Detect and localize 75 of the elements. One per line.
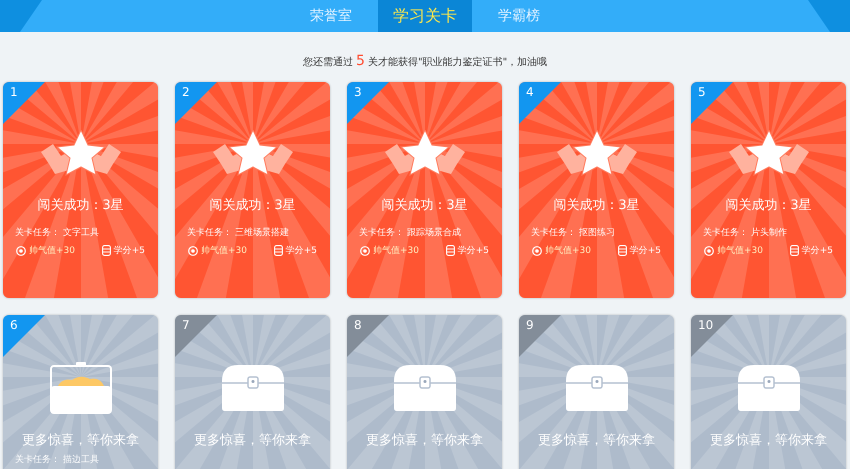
level-number: 9	[526, 318, 534, 332]
level-task: 关卡任务： 抠图练习	[531, 226, 615, 239]
level-number: 2	[182, 85, 190, 99]
level-task: 关卡任务： 文字工具	[15, 226, 99, 239]
reward-text: 帅气值+30	[717, 244, 763, 257]
corner-ribbon	[3, 82, 45, 124]
level-card[interactable]: 5 闯关成功：3星 关卡任务： 片头制作 帅气值+30 学分+5	[691, 82, 846, 298]
stack-icon	[618, 245, 627, 256]
level-status: 更多惊喜，等你来拿	[366, 432, 483, 449]
corner-ribbon	[3, 315, 45, 357]
level-card[interactable]: 1 闯关成功：3星 关卡任务： 文字工具 帅气值+30 学分+5	[3, 82, 158, 298]
level-number: 4	[526, 85, 534, 99]
level-status: 更多惊喜，等你来拿	[194, 432, 311, 449]
level-status: 更多惊喜，等你来拿	[710, 432, 827, 449]
level-status: 闯关成功：3星	[381, 197, 468, 214]
level-status: 闯关成功：3星	[553, 197, 640, 214]
nav-tab[interactable]: 荣誉室	[284, 0, 378, 32]
corner-ribbon	[175, 82, 217, 124]
level-card[interactable]: 9 更多惊喜，等你来拿	[519, 315, 674, 469]
coin-icon	[360, 246, 370, 256]
level-card[interactable]: 10 更多惊喜，等你来拿	[691, 315, 846, 469]
level-card[interactable]: 7 更多惊喜，等你来拿	[175, 315, 330, 469]
treasure-chest-icon	[50, 362, 112, 414]
level-number: 3	[354, 85, 362, 99]
level-card[interactable]: 6 更多惊喜，等你来拿 关卡任务： 描边工具	[3, 315, 158, 469]
stack-icon	[790, 245, 799, 256]
level-number: 1	[10, 85, 18, 99]
corner-ribbon	[347, 82, 389, 124]
reward-text: 学分+5	[802, 244, 833, 257]
treasure-chest-icon	[222, 365, 284, 411]
reward-text: 帅气值+30	[373, 244, 419, 257]
stack-icon	[446, 245, 455, 256]
reward-text: 学分+5	[630, 244, 661, 257]
level-status: 更多惊喜，等你来拿	[538, 432, 655, 449]
coin-icon	[704, 246, 714, 256]
corner-ribbon	[519, 315, 561, 357]
reward-text: 帅气值+30	[201, 244, 247, 257]
level-task: 关卡任务： 跟踪场景合成	[359, 226, 461, 239]
level-status: 更多惊喜，等你来拿	[22, 432, 139, 449]
level-status: 闯关成功：3星	[37, 197, 124, 214]
corner-ribbon	[175, 315, 217, 357]
stack-icon	[274, 245, 283, 256]
corner-ribbon	[519, 82, 561, 124]
corner-ribbon	[691, 315, 733, 357]
level-card[interactable]: 2 闯关成功：3星 关卡任务： 三维场景搭建 帅气值+30 学分+5	[175, 82, 330, 298]
coin-icon	[16, 246, 26, 256]
reward-text: 帅气值+30	[545, 244, 591, 257]
reward-text: 学分+5	[286, 244, 317, 257]
level-card[interactable]: 8 更多惊喜，等你来拿	[347, 315, 502, 469]
stack-icon	[102, 245, 111, 256]
nav-tab[interactable]: 学习关卡	[378, 0, 472, 32]
coin-icon	[532, 246, 542, 256]
reward-text: 学分+5	[458, 244, 489, 257]
reward-text: 学分+5	[114, 244, 145, 257]
level-status: 闯关成功：3星	[209, 197, 296, 214]
coin-icon	[188, 246, 198, 256]
level-number: 10	[698, 318, 714, 332]
treasure-chest-icon	[566, 365, 628, 411]
level-number: 6	[10, 318, 18, 332]
level-card[interactable]: 3 闯关成功：3星 关卡任务： 跟踪场景合成 帅气值+30 学分+5	[347, 82, 502, 298]
level-status: 闯关成功：3星	[725, 197, 812, 214]
treasure-chest-icon	[738, 365, 800, 411]
level-card[interactable]: 4 闯关成功：3星 关卡任务： 抠图练习 帅气值+30 学分+5	[519, 82, 674, 298]
corner-ribbon	[691, 82, 733, 124]
level-task: 关卡任务： 片头制作	[703, 226, 787, 239]
corner-ribbon	[347, 315, 389, 357]
level-task: 关卡任务： 描边工具	[15, 454, 99, 466]
nav-tab[interactable]: 学霸榜	[472, 0, 566, 32]
progress-notice: 您还需通过 5 关才能获得"职业能力鉴定证书"，加油哦	[302, 52, 548, 71]
level-number: 8	[354, 318, 362, 332]
level-task: 关卡任务： 三维场景搭建	[187, 226, 289, 239]
level-number: 5	[698, 85, 706, 99]
treasure-chest-icon	[394, 365, 456, 411]
level-number: 7	[182, 318, 190, 332]
reward-text: 帅气值+30	[29, 244, 75, 257]
